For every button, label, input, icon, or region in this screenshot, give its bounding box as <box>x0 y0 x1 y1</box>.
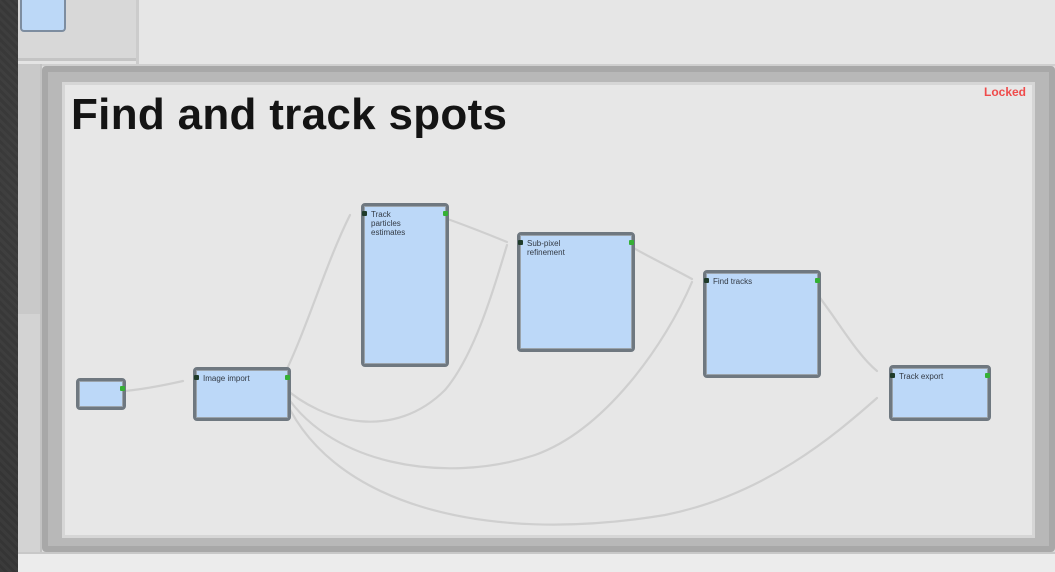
application-window: Find and track spots Locked Image import… <box>18 0 1055 572</box>
output-port[interactable] <box>815 278 820 283</box>
output-port[interactable] <box>120 386 125 391</box>
output-port[interactable] <box>985 373 990 378</box>
bottom-status-strip <box>18 552 1055 572</box>
output-port[interactable] <box>443 211 448 216</box>
wire-source-to-import[interactable] <box>123 379 185 393</box>
partial-node-chip[interactable] <box>20 0 66 32</box>
top-toolbar-area <box>18 0 1055 66</box>
input-port[interactable] <box>890 373 895 378</box>
workflow-canvas[interactable]: Find and track spots Locked Image import… <box>62 82 1035 538</box>
input-port[interactable] <box>704 278 709 283</box>
wire-import-to-output[interactable] <box>279 388 879 526</box>
node-label: Sub-pixel refinement <box>527 239 565 257</box>
screenshot-root: Find and track spots Locked Image import… <box>0 0 1055 572</box>
output-port[interactable] <box>285 375 290 380</box>
workflow-panel-frame: Find and track spots Locked Image import… <box>42 66 1055 552</box>
node-track-export[interactable]: Track export <box>889 365 991 421</box>
node-sub-pixel-refinement[interactable]: Sub-pixel refinement <box>517 232 635 352</box>
top-left-panel <box>18 0 139 61</box>
node-find-tracks[interactable]: Find tracks <box>703 270 821 378</box>
node-source[interactable] <box>76 378 126 410</box>
node-label: Track export <box>899 372 944 381</box>
input-port[interactable] <box>194 375 199 380</box>
node-label: Image import <box>203 374 250 383</box>
left-sidebar-upper <box>18 64 40 314</box>
input-port[interactable] <box>362 211 367 216</box>
node-label: Track particles estimates <box>371 210 406 237</box>
input-port[interactable] <box>518 240 523 245</box>
output-port[interactable] <box>629 240 634 245</box>
top-content-area <box>136 0 1055 64</box>
left-sidebar-strip <box>18 64 42 572</box>
node-image-import[interactable]: Image import <box>193 367 291 421</box>
node-track-particles[interactable]: Track particles estimates <box>361 203 449 367</box>
node-label: Find tracks <box>713 277 753 286</box>
wire-import-to-detector[interactable] <box>279 213 352 383</box>
